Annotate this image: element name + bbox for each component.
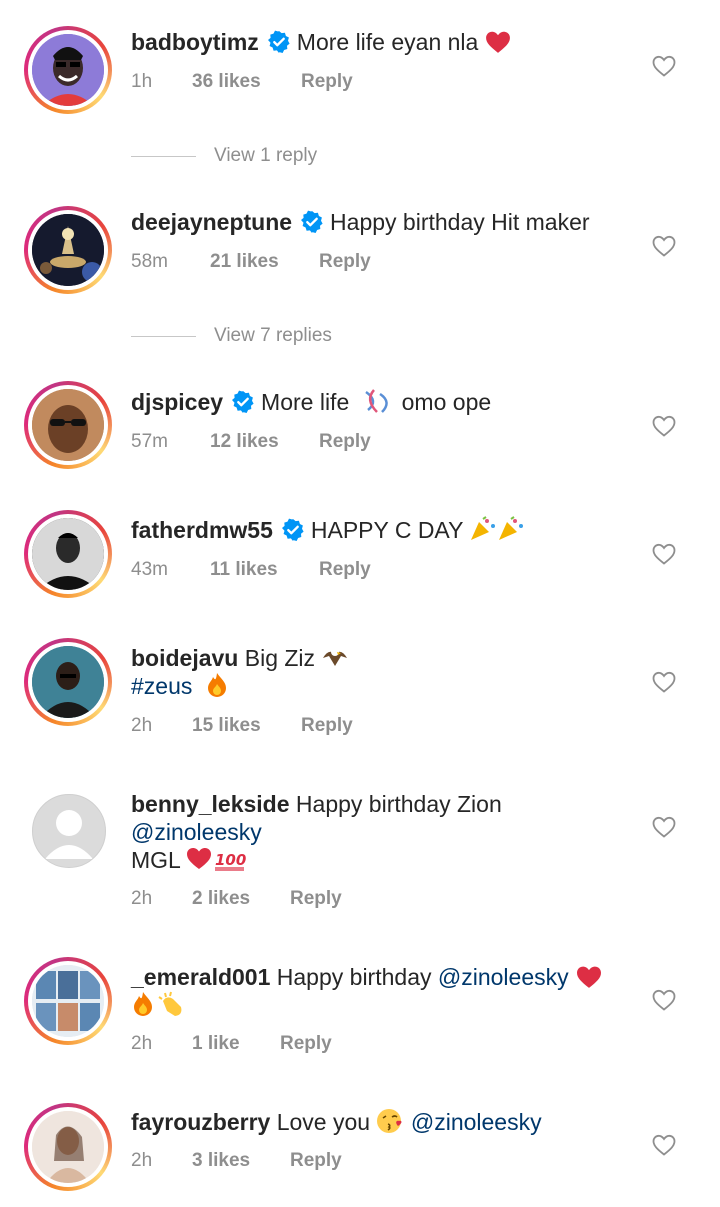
reply-button[interactable]: Reply (290, 888, 342, 910)
comment-time: 43m (131, 559, 168, 580)
username[interactable]: boidejavu (131, 645, 238, 671)
avatar[interactable] (24, 638, 112, 726)
reply-button[interactable]: Reply (280, 1033, 332, 1055)
eagle-emoji (323, 648, 348, 666)
verified-badge-icon (300, 210, 324, 234)
dna-emoji (364, 389, 388, 413)
avatar[interactable] (24, 957, 112, 1045)
username[interactable]: _emerald001 (131, 964, 270, 990)
profile-photo-image (32, 646, 104, 718)
profile-photo-image (32, 518, 104, 590)
svg-text:100: 100 (215, 851, 246, 869)
profile-photo-image (32, 389, 104, 461)
comment-text: Happy birthday Zion (295, 791, 502, 817)
heart-100-emoji: 100 (187, 848, 246, 871)
like-heart-icon[interactable] (652, 671, 676, 693)
username[interactable]: badboytimz (131, 29, 259, 55)
profile-photo-image (32, 1111, 104, 1183)
default-avatar[interactable] (32, 794, 106, 868)
mention-link[interactable]: @zinoleesky (131, 819, 262, 845)
comment-time: 58m (131, 251, 168, 272)
comment-text: More life eyan nla (296, 29, 479, 55)
comment-text: Happy birthday Hit maker (330, 209, 590, 235)
avatar[interactable] (24, 206, 112, 294)
heart-emoji (485, 30, 511, 54)
view-replies-label: View 7 replies (214, 325, 332, 346)
reply-button[interactable]: Reply (319, 431, 371, 453)
comment-time: 2h (131, 888, 153, 909)
like-heart-icon[interactable] (652, 55, 676, 77)
comment-text: More life (261, 389, 350, 415)
likes-count[interactable]: 11 likes (210, 559, 278, 581)
mention-link[interactable]: @zinoleesky (411, 1109, 542, 1135)
mention-link[interactable]: @zinoleesky (438, 964, 569, 990)
like-heart-icon[interactable] (652, 1134, 676, 1156)
view-replies-button[interactable]: View 1 reply (131, 145, 431, 169)
comment-time: 2h (131, 715, 153, 736)
comment-text-2: omo ope (401, 389, 492, 415)
reply-button[interactable]: Reply (301, 71, 353, 93)
verified-badge-icon (231, 390, 255, 414)
likes-count[interactable]: 36 likes (192, 71, 261, 93)
verified-badge-icon (267, 30, 291, 54)
avatar[interactable] (24, 26, 112, 114)
avatar[interactable] (24, 1103, 112, 1191)
cartoon-avatar-image (32, 34, 104, 106)
like-heart-icon[interactable] (652, 816, 676, 838)
reply-button[interactable]: Reply (319, 251, 371, 273)
username[interactable]: fayrouzberry (131, 1109, 270, 1135)
username[interactable]: djspicey (131, 389, 223, 415)
comment-time: 1h (131, 71, 153, 92)
comment-text: Love you (276, 1109, 371, 1135)
username[interactable]: benny_lekside (131, 791, 290, 817)
likes-count[interactable]: 15 likes (192, 715, 261, 737)
default-user-icon (45, 810, 93, 859)
comment-time: 2h (131, 1150, 153, 1171)
like-heart-icon[interactable] (652, 543, 676, 565)
divider-line (131, 336, 196, 337)
view-replies-label: View 1 reply (214, 145, 318, 166)
username[interactable]: deejayneptune (131, 209, 292, 235)
likes-count[interactable]: 1 like (192, 1033, 240, 1055)
fire-emoji (207, 673, 226, 697)
avatar[interactable] (24, 381, 112, 469)
like-heart-icon[interactable] (652, 235, 676, 257)
space-avatar-image (32, 214, 104, 286)
like-heart-icon[interactable] (652, 989, 676, 1011)
view-replies-button[interactable]: View 7 replies (131, 325, 431, 349)
comment-text: Happy birthday (276, 964, 432, 990)
collage-photo-image (32, 965, 104, 1037)
likes-count[interactable]: 21 likes (210, 251, 279, 273)
comment-text-3: MGL (131, 847, 180, 873)
comment-time: 2h (131, 1033, 153, 1054)
reply-button[interactable]: Reply (301, 715, 353, 737)
likes-count[interactable]: 12 likes (210, 431, 279, 453)
divider-line (131, 156, 196, 157)
reply-button[interactable]: Reply (290, 1150, 342, 1172)
party-popper-emoji (471, 516, 524, 540)
avatar[interactable] (24, 510, 112, 598)
comment-text: Big Ziz (244, 645, 316, 671)
red-heart-emoji (575, 965, 603, 989)
kiss-emoji (377, 1109, 402, 1133)
likes-count[interactable]: 2 likes (192, 888, 250, 910)
username[interactable]: fatherdmw55 (131, 517, 273, 543)
likes-count[interactable]: 3 likes (192, 1150, 250, 1172)
fire-clap-emoji (134, 991, 182, 1016)
comment-time: 57m (131, 431, 168, 452)
reply-button[interactable]: Reply (319, 559, 371, 581)
like-heart-icon[interactable] (652, 415, 676, 437)
comment-text: HAPPY C DAY (310, 517, 463, 543)
hashtag-link[interactable]: #zeus (131, 673, 192, 699)
verified-badge-icon (281, 518, 305, 542)
